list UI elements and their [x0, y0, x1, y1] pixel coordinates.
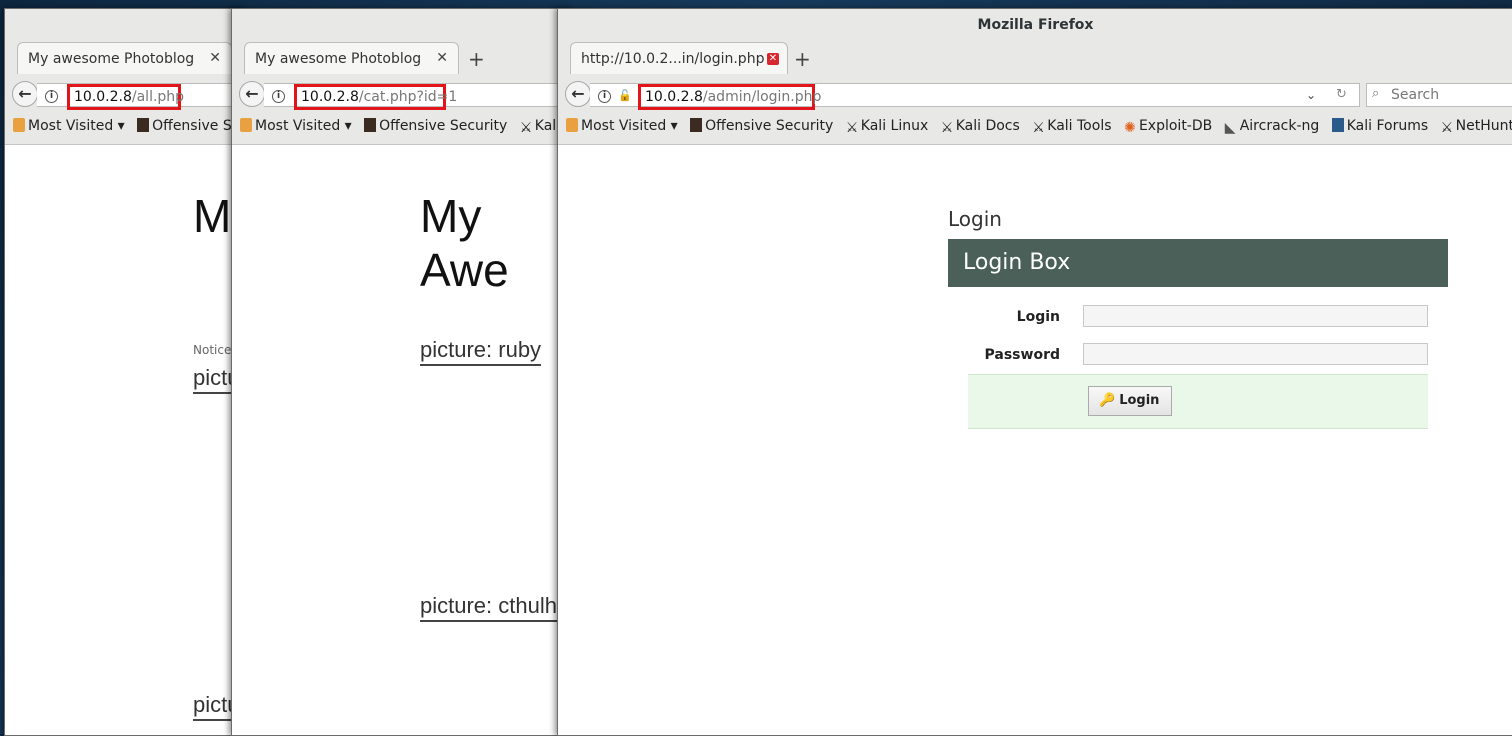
tab-title: http://10.0.2...in/login.php: [581, 51, 765, 67]
browser-chrome: Mozilla Firefox http://10.0.2...in/login…: [558, 9, 1512, 145]
reload-icon[interactable]: ↻: [1336, 87, 1347, 102]
offsec-icon: [137, 118, 150, 132]
url-host: 10.0.2.8: [301, 89, 359, 105]
bookmark-nethunter[interactable]: ⚔NetHunter: [1440, 118, 1512, 136]
key-icon: 🔑: [1099, 393, 1116, 408]
url-host: 10.0.2.8: [74, 89, 132, 105]
bookmark-kali-tools[interactable]: ⚔ Kali Tools: [1032, 118, 1111, 136]
bookmark-most-visited[interactable]: Most Visited ▾: [13, 118, 125, 134]
tab-title: My awesome Photoblog: [255, 51, 422, 67]
info-icon[interactable]: i: [45, 90, 58, 103]
browser-window-cat: My awesome Photoblog ✕ + ← i 10.0.2.8/ca…: [231, 8, 573, 736]
notice-text: Notice:: [193, 343, 236, 357]
button-row: 🔑 Login: [968, 374, 1428, 429]
search-box[interactable]: ⌕ Search: [1366, 83, 1512, 107]
bookmarks-toolbar: Most Visited ▾ Offensive Security ⚔ Kali …: [240, 118, 572, 136]
bookmark-kali-docs[interactable]: ⚔ Kali Docs: [940, 118, 1020, 136]
search-placeholder: Search: [1391, 87, 1440, 103]
password-label: Password: [984, 347, 1060, 363]
kali-dragon-icon: ⚔: [845, 120, 859, 136]
back-button[interactable]: ←: [12, 81, 38, 107]
login-box-header: Login Box: [948, 239, 1448, 287]
bookmark-offensive-security[interactable]: Offensive Se: [137, 118, 240, 134]
login-label: Login: [1016, 309, 1060, 325]
offsec-icon: [690, 118, 703, 132]
login-input[interactable]: [1083, 305, 1428, 327]
bookmarks-toolbar: Most Visited ▾ Offensive Security ⚔ Kali …: [566, 118, 1512, 136]
login-button-label: Login: [1119, 393, 1160, 408]
url-highlight[interactable]: 10.0.2.8/all.php: [67, 84, 185, 110]
folder-icon: [240, 118, 252, 132]
url-highlight[interactable]: 10.0.2.8/cat.php?id=1: [294, 84, 457, 110]
kali-dragon-icon: ⚔: [940, 120, 954, 136]
insecure-lock-icon[interactable]: 🔓: [618, 89, 632, 102]
bookmark-most-visited[interactable]: Most Visited ▾: [240, 118, 352, 134]
bookmarks-toolbar: Most Visited ▾ Offensive Se: [13, 118, 245, 134]
folder-icon: [566, 118, 578, 132]
bookmark-kali-forums[interactable]: Kali Forums: [1331, 118, 1428, 134]
folder-icon: [13, 118, 25, 132]
url-dropdown-icon[interactable]: ⌄: [1306, 88, 1316, 102]
tab-login[interactable]: http://10.0.2...in/login.php ✕: [570, 42, 788, 74]
login-button[interactable]: 🔑 Login: [1088, 386, 1173, 416]
bookmark-offensive-security[interactable]: Offensive Security: [690, 118, 833, 134]
url-path: /cat.php?id=1: [358, 89, 458, 105]
url-path: /admin/login.php: [702, 89, 822, 105]
info-icon[interactable]: i: [598, 90, 611, 103]
url-highlight[interactable]: 10.0.2.8/admin/login.php: [638, 84, 821, 110]
picture-link[interactable]: picture: cthulhu: [420, 593, 570, 622]
tab-photoblog[interactable]: My awesome Photoblog ✕: [244, 42, 459, 74]
kali-forums-icon: [1331, 118, 1344, 132]
back-button[interactable]: ←: [565, 81, 591, 107]
tab-photoblog[interactable]: My awesome Photoblog ✕: [17, 42, 232, 74]
info-icon[interactable]: i: [272, 90, 285, 103]
tab-title: My awesome Photoblog: [28, 51, 195, 67]
offsec-icon: [364, 118, 377, 132]
password-input[interactable]: [1083, 343, 1428, 365]
search-icon: ⌕: [1372, 86, 1380, 101]
bookmark-most-visited[interactable]: Most Visited ▾: [566, 118, 678, 134]
new-tab-button[interactable]: +: [468, 47, 485, 71]
new-tab-button[interactable]: +: [794, 47, 811, 71]
exploit-db-icon: ✺: [1123, 120, 1136, 136]
page-content: My Notice: pictu pictu: [5, 145, 245, 735]
browser-chrome: My awesome Photoblog ✕ + ← i 10.0.2.8/ca…: [232, 9, 572, 145]
url-path: /all.php: [131, 89, 185, 105]
page-content: Login Login Box Login Password 🔑 Login: [558, 145, 1512, 735]
aircrack-icon: ◣: [1224, 120, 1236, 136]
bookmark-exploit-db[interactable]: ✺ Exploit-DB: [1123, 118, 1212, 136]
close-tab-icon[interactable]: ✕: [436, 50, 448, 66]
browser-window-admin-login: Mozilla Firefox http://10.0.2...in/login…: [557, 8, 1512, 736]
browser-window-all: My awesome Photoblog ✕ ← i 10.0.2.8/all.…: [4, 8, 246, 736]
bookmark-aircrack-ng[interactable]: ◣ Aircrack-ng: [1224, 118, 1320, 136]
window-title: Mozilla Firefox: [977, 17, 1094, 33]
close-tab-icon[interactable]: ✕: [209, 50, 221, 66]
url-host: 10.0.2.8: [645, 89, 703, 105]
close-tab-icon[interactable]: ✕: [767, 53, 779, 65]
kali-dragon-icon: ⚔: [1440, 120, 1454, 136]
page-heading: Login: [948, 207, 1002, 231]
page-content: My Awe picture: ruby picture: cthulhu: [232, 145, 572, 735]
bookmark-kali-linux[interactable]: ⚔ Kali Linux: [845, 118, 928, 136]
picture-link[interactable]: picture: ruby: [420, 337, 542, 366]
blog-title: My Awe: [420, 190, 509, 296]
browser-chrome: My awesome Photoblog ✕ ← i 10.0.2.8/all.…: [5, 9, 245, 145]
back-button[interactable]: ←: [239, 81, 265, 107]
bookmark-offensive-security[interactable]: Offensive Security: [364, 118, 507, 134]
kali-dragon-icon: ⚔: [1032, 120, 1045, 136]
kali-dragon-icon: ⚔: [519, 120, 533, 136]
